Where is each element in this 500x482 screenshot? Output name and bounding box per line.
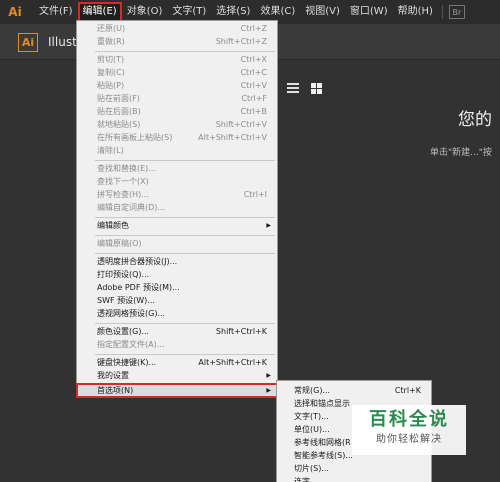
- app-logo: Ai: [18, 33, 38, 52]
- menu-effect[interactable]: 效果(C): [255, 2, 300, 22]
- shortcut: Ctrl+I: [243, 190, 267, 199]
- menu-window[interactable]: 窗口(W): [345, 2, 393, 22]
- menubar-divider: [441, 5, 443, 19]
- menu-object[interactable]: 对象(O): [122, 2, 168, 22]
- menu-edit[interactable]: 编辑(E): [77, 2, 122, 22]
- menu-item-my-settings[interactable]: 我的设置 ▶: [77, 369, 277, 382]
- shortcut: Alt+Shift+Ctrl+K: [198, 358, 267, 367]
- shortcut: Ctrl+F: [241, 94, 267, 103]
- shortcut: Shift+Ctrl+K: [215, 327, 267, 336]
- shortcut: Ctrl+X: [240, 55, 267, 64]
- menu-separator: [95, 253, 275, 254]
- watermark-subtitle: 助你轻松解决: [376, 434, 442, 445]
- chevron-right-icon: ▶: [266, 222, 271, 229]
- menu-item-clear[interactable]: 清除(L): [77, 144, 277, 157]
- shortcut: Ctrl+C: [240, 68, 267, 77]
- menu-item-paste-all-artboards[interactable]: 在所有画板上粘贴(S) Alt+Shift+Ctrl+V: [77, 131, 277, 144]
- menu-type[interactable]: 文字(T): [167, 2, 211, 22]
- menu-item-find-next[interactable]: 查找下一个(X): [77, 175, 277, 188]
- menu-select[interactable]: 选择(S): [211, 2, 255, 22]
- menu-separator: [95, 354, 275, 355]
- menu-file[interactable]: 文件(F): [34, 2, 78, 22]
- menu-item-spell-check[interactable]: 拼写检查(H)... Ctrl+I: [77, 188, 277, 201]
- menu-separator: [95, 323, 275, 324]
- shortcut: Shift+Ctrl+Z: [215, 37, 267, 46]
- grid-view-icon[interactable]: [311, 83, 322, 94]
- shortcut: Ctrl+B: [240, 107, 267, 116]
- menu-item-pdf-presets[interactable]: Adobe PDF 预设(M)...: [77, 281, 277, 294]
- app-title: Illust: [48, 35, 77, 49]
- menu-separator: [95, 160, 275, 161]
- shortcut: Alt+Shift+Ctrl+V: [198, 133, 267, 142]
- watermark-title: 百科全说: [369, 409, 449, 430]
- menu-separator: [95, 51, 275, 52]
- list-view-icon[interactable]: [287, 83, 299, 93]
- menu-item-print-presets[interactable]: 打印预设(Q)...: [77, 268, 277, 281]
- menu-item-perspective-presets[interactable]: 透视网格预设(G)...: [77, 307, 277, 320]
- menu-item-paste-in-place[interactable]: 就地粘贴(S) Shift+Ctrl+V: [77, 118, 277, 131]
- shortcut: Ctrl+V: [240, 81, 267, 90]
- menu-item-redo[interactable]: 重做(R) Shift+Ctrl+Z: [77, 35, 277, 48]
- menu-separator: [95, 217, 275, 218]
- app-logo-small: Ai: [8, 5, 22, 19]
- shortcut: Ctrl+K: [394, 386, 421, 395]
- menu-item-edit-dictionary[interactable]: 编辑自定词典(D)...: [77, 201, 277, 214]
- menu-item-find-replace[interactable]: 查找和替换(E)...: [77, 162, 277, 175]
- menu-item-flattener-presets[interactable]: 透明度拼合器预设(J)...: [77, 255, 277, 268]
- shortcut: Ctrl+Z: [240, 24, 267, 33]
- menu-item-preferences[interactable]: 首选项(N) ▶: [76, 383, 278, 398]
- submenu-item-general[interactable]: 常规(G)... Ctrl+K: [277, 384, 431, 397]
- welcome-subtitle: 单击"新建..."按: [430, 148, 492, 158]
- bridge-button[interactable]: Br: [448, 5, 465, 19]
- menu-item-edit-colors[interactable]: 编辑颜色 ▶: [77, 219, 277, 232]
- menu-item-paste-back[interactable]: 贴在后面(B) Ctrl+B: [77, 105, 277, 118]
- menu-help[interactable]: 帮助(H): [393, 2, 438, 22]
- shortcut: Shift+Ctrl+V: [215, 120, 267, 129]
- menu-item-paste[interactable]: 粘贴(P) Ctrl+V: [77, 79, 277, 92]
- menu-item-color-settings[interactable]: 颜色设置(G)... Shift+Ctrl+K: [77, 325, 277, 338]
- welcome-title: 您的: [458, 110, 492, 130]
- menu-item-undo[interactable]: 还原(U) Ctrl+Z: [77, 22, 277, 35]
- menu-item-edit-original[interactable]: 编辑原稿(O): [77, 237, 277, 250]
- menu-view[interactable]: 视图(V): [300, 2, 345, 22]
- menu-item-swf-presets[interactable]: SWF 预设(W)...: [77, 294, 277, 307]
- view-toggle: [287, 83, 322, 94]
- menu-item-keyboard-shortcuts[interactable]: 键盘快捷键(K)... Alt+Shift+Ctrl+K: [77, 356, 277, 369]
- edit-menu: 还原(U) Ctrl+Z 重做(R) Shift+Ctrl+Z 剪切(T) Ctrl+…: [76, 20, 278, 398]
- chevron-right-icon: ▶: [266, 387, 271, 394]
- submenu-item-hyphenation[interactable]: 连字: [277, 475, 431, 482]
- watermark: 百科全说 助你轻松解决: [352, 405, 466, 455]
- menu-separator: [95, 235, 275, 236]
- menu-item-assign-profile[interactable]: 指定配置文件(A)...: [77, 338, 277, 351]
- chevron-right-icon: ▶: [266, 372, 271, 379]
- menu-item-copy[interactable]: 复制(C) Ctrl+C: [77, 66, 277, 79]
- menu-item-paste-front[interactable]: 贴在前面(F) Ctrl+F: [77, 92, 277, 105]
- submenu-item-slices[interactable]: 切片(S)...: [277, 462, 431, 475]
- menu-item-cut[interactable]: 剪切(T) Ctrl+X: [77, 53, 277, 66]
